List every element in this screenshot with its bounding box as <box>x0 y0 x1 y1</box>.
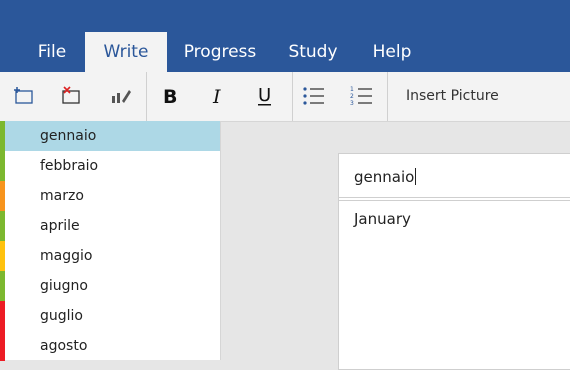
toolbar: B I U 123 Insert Picture <box>0 72 570 122</box>
tab-file[interactable]: File <box>27 32 77 72</box>
card-front-field[interactable]: gennaio <box>354 168 417 186</box>
list-item[interactable]: gennaio <box>0 121 220 151</box>
svg-text:I: I <box>212 86 221 107</box>
svg-text:3: 3 <box>350 100 354 107</box>
underline-icon[interactable]: U <box>250 82 280 110</box>
text-cursor <box>415 168 417 185</box>
list-item[interactable]: giugno <box>0 271 220 301</box>
status-color-bar <box>0 181 5 211</box>
status-color-bar <box>0 151 5 181</box>
menu-bar: File Write Progress Study Help <box>0 0 570 72</box>
status-color-bar <box>0 331 5 361</box>
edit-card-icon[interactable] <box>106 82 136 110</box>
list-item[interactable]: agosto <box>0 331 220 361</box>
card-front-text: gennaio <box>354 168 415 186</box>
list-item[interactable]: maggio <box>0 241 220 271</box>
svg-text:2: 2 <box>350 93 354 100</box>
svg-text:1: 1 <box>350 86 354 93</box>
italic-icon[interactable]: I <box>203 82 233 110</box>
status-color-bar <box>0 211 5 241</box>
status-color-bar <box>0 121 5 151</box>
list-item-label: febbraio <box>40 158 99 174</box>
list-item-label: gennaio <box>40 128 97 144</box>
list-item[interactable]: aprile <box>0 211 220 241</box>
tab-help[interactable]: Help <box>364 32 420 72</box>
list-item-label: guglio <box>40 308 83 324</box>
list-item-label: marzo <box>40 188 84 204</box>
tab-progress[interactable]: Progress <box>176 32 264 72</box>
insert-picture-button[interactable]: Insert Picture <box>406 72 499 121</box>
card-list: gennaio febbraio marzo aprile maggio giu… <box>0 121 221 361</box>
list-item-label: giugno <box>40 278 88 294</box>
status-color-bar <box>0 241 5 271</box>
divider <box>339 200 570 201</box>
svg-text:U: U <box>258 85 271 106</box>
list-item[interactable]: febbraio <box>0 151 220 181</box>
status-color-bar <box>0 271 5 301</box>
delete-card-icon[interactable] <box>56 82 86 110</box>
tab-write[interactable]: Write <box>85 32 167 72</box>
list-item[interactable]: guglio <box>0 301 220 331</box>
flashcard-editor: gennaio January <box>338 153 570 370</box>
tab-study[interactable]: Study <box>282 32 344 72</box>
card-back-field[interactable]: January <box>354 210 411 228</box>
bold-icon[interactable]: B <box>155 82 185 110</box>
add-card-icon[interactable] <box>9 82 39 110</box>
bullet-list-icon[interactable] <box>299 82 329 110</box>
list-item[interactable]: marzo <box>0 181 220 211</box>
divider <box>339 197 570 198</box>
list-item-label: aprile <box>40 218 80 234</box>
numbered-list-icon[interactable]: 123 <box>347 82 377 110</box>
status-color-bar <box>0 301 5 331</box>
svg-text:B: B <box>163 86 177 107</box>
list-item-label: maggio <box>40 248 93 264</box>
list-item-label: agosto <box>40 338 88 354</box>
